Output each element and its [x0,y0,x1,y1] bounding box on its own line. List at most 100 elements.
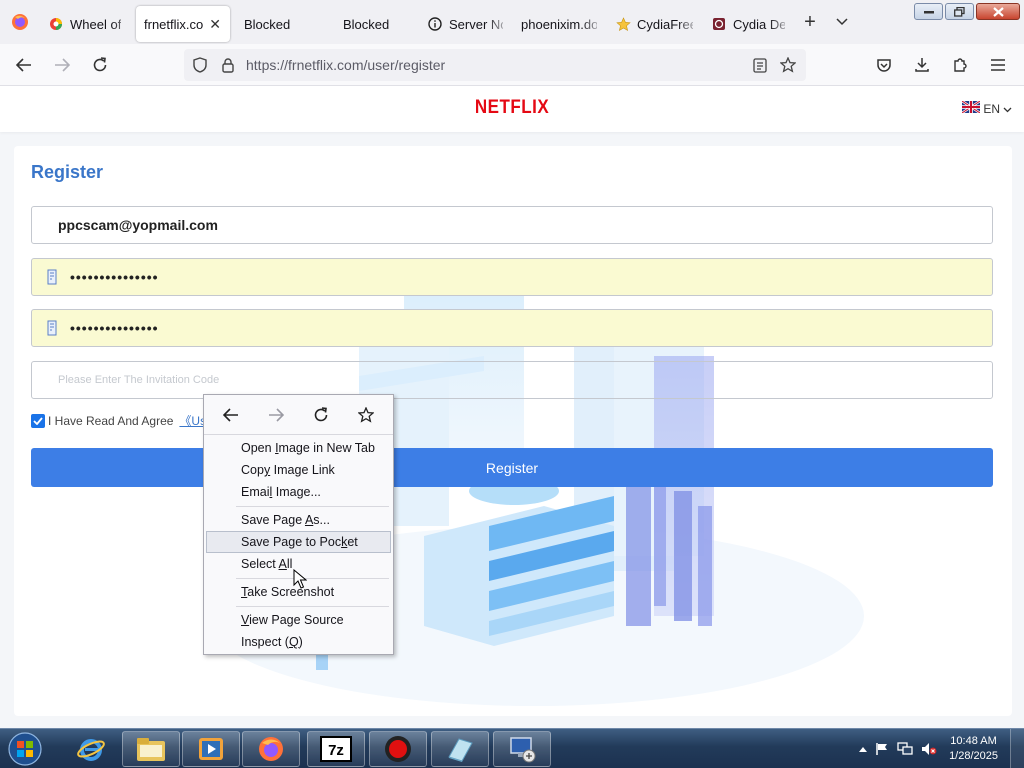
chevron-down-icon [1003,102,1012,116]
register-title: Register [31,162,104,182]
tab-title: Blocked [343,16,390,32]
screen-recorder-icon[interactable] [369,731,427,767]
reload-button[interactable] [82,49,118,81]
close-window-button[interactable] [976,3,1020,20]
downloads-icon[interactable] [904,49,940,81]
agree-row: I Have Read And Agree 《Use [31,412,213,429]
netflix-logo[interactable]: NETFLIX [0,96,1024,119]
remote-desktop-icon[interactable] [493,731,551,767]
red-square-icon [711,16,727,32]
email-value: ppcscam@yopmail.com [58,217,218,233]
media-player-icon[interactable] [182,731,240,767]
star-icon [615,16,631,32]
7zip-icon[interactable]: 7z [307,731,365,767]
flag-icon[interactable] [875,742,889,756]
language-selector[interactable]: EN [961,100,1012,116]
minimize-button[interactable] [914,3,943,20]
window-controls [914,3,1020,20]
list-all-tabs-icon[interactable] [827,4,857,40]
menu-item-open-image-new-tab[interactable]: Open Image in New Tab [206,437,391,459]
menu-separator [236,578,389,579]
tab-server-no[interactable]: Server No [417,6,511,42]
system-tray: 10:48 AM 1/28/2025 [855,729,1024,768]
url-text: https://frnetflix.com/user/register [246,57,446,73]
url-bar[interactable]: https://frnetflix.com/user/register [184,49,806,81]
site-header: NETFLIX EN [0,86,1024,132]
restore-button[interactable] [945,3,974,20]
menu-separator [236,606,389,607]
menu-separator [236,506,389,507]
menu-item-inspect[interactable]: Inspect (Q) [206,631,391,653]
firefox-menu-icon[interactable] [0,0,40,44]
key-icon[interactable] [46,269,58,285]
volume-muted-icon[interactable] [921,742,937,756]
back-arrow-icon[interactable] [216,401,246,429]
mouse-cursor-icon [293,569,307,589]
toolbar-right [864,49,1016,81]
menu-item-view-page-source[interactable]: View Page Source [206,609,391,631]
register-button[interactable]: Register [31,448,993,487]
tab-blocked-1[interactable]: Blocked [230,6,325,42]
tab-cydiafree[interactable]: CydiaFree [605,6,701,42]
tab-cydia-der[interactable]: Cydia Der [701,6,793,42]
pocket-icon[interactable] [866,49,902,81]
close-tab-icon[interactable]: ✕ [209,16,221,33]
tab-wheel[interactable]: Wheel of [40,6,136,42]
menu-item-save-page-as[interactable]: Save Page As... [206,509,391,531]
clock-time: 10:48 AM [950,735,997,747]
file-explorer-icon[interactable] [122,731,180,767]
windows-taskbar: 7z 10:48 AM 1/28/2025 [0,728,1024,768]
network-icon[interactable] [897,742,913,756]
invitation-code-field[interactable]: Please Enter The Invitation Code [31,361,993,399]
forward-arrow-icon[interactable] [261,401,291,429]
tab-phoenixim[interactable]: phoenixim.do [511,6,605,42]
menu-hamburger-icon[interactable] [980,49,1016,81]
tab-blocked-2[interactable]: Blocked [325,6,417,42]
tab-title: CydiaFree [637,16,693,32]
lock-icon[interactable] [214,57,242,73]
context-menu: Open Image in New Tab Copy Image Link Em… [203,394,394,655]
page-content: NETFLIX EN Register ppcscam@yopmail.com … [0,86,1024,728]
context-menu-nav [204,395,393,435]
show-hidden-icons-icon[interactable] [859,746,868,752]
firefox-taskbar-icon[interactable] [242,731,300,767]
show-desktop-button[interactable] [1010,729,1024,768]
agree-checkbox[interactable] [31,413,45,428]
menu-item-copy-image-link[interactable]: Copy Image Link [206,459,391,481]
confirm-password-field[interactable]: ••••••••••••••• [31,309,993,347]
tab-title: frnetflix.co [144,16,204,32]
forward-button[interactable] [44,49,80,81]
reload-icon[interactable] [306,401,336,429]
extensions-icon[interactable] [942,49,978,81]
uk-flag-icon [961,100,981,116]
language-label: EN [983,101,1000,116]
tab-title: Wheel of [70,16,122,32]
tab-frnetflix[interactable]: frnetflix.co ✕ [136,6,230,42]
bookmark-star-icon[interactable] [351,401,381,429]
bookmark-star-icon[interactable] [774,57,802,73]
shield-icon[interactable] [186,57,214,73]
email-field[interactable]: ppcscam@yopmail.com [31,206,993,244]
tab-title: Blocked [244,16,291,32]
back-button[interactable] [6,49,42,81]
tab-strip: Wheel of frnetflix.co ✕ Blocked Blocked … [0,0,1024,44]
windows-start-button[interactable] [5,730,45,768]
invitation-placeholder: Please Enter The Invitation Code [58,374,220,386]
new-tab-button[interactable]: + [793,4,827,40]
password-mask: ••••••••••••••• [70,269,159,285]
menu-item-save-to-pocket[interactable]: Save Page to Pocket [206,531,391,553]
svg-text:7z: 7z [328,742,344,759]
clock[interactable]: 10:48 AM 1/28/2025 [949,734,998,764]
reader-view-icon[interactable] [746,57,774,73]
menu-item-email-image[interactable]: Email Image... [206,481,391,503]
notepad-icon[interactable] [431,731,489,767]
info-icon [427,16,443,32]
navigation-toolbar: https://frnetflix.com/user/register [0,44,1024,86]
clock-date: 1/28/2025 [949,750,998,762]
tab-title: Cydia Der [733,16,785,32]
agree-label: I Have Read And Agree [48,413,174,428]
internet-explorer-icon[interactable] [62,731,120,767]
password-field[interactable]: ••••••••••••••• [31,258,993,296]
key-icon[interactable] [46,320,58,336]
colorful-circle-icon [48,16,64,32]
